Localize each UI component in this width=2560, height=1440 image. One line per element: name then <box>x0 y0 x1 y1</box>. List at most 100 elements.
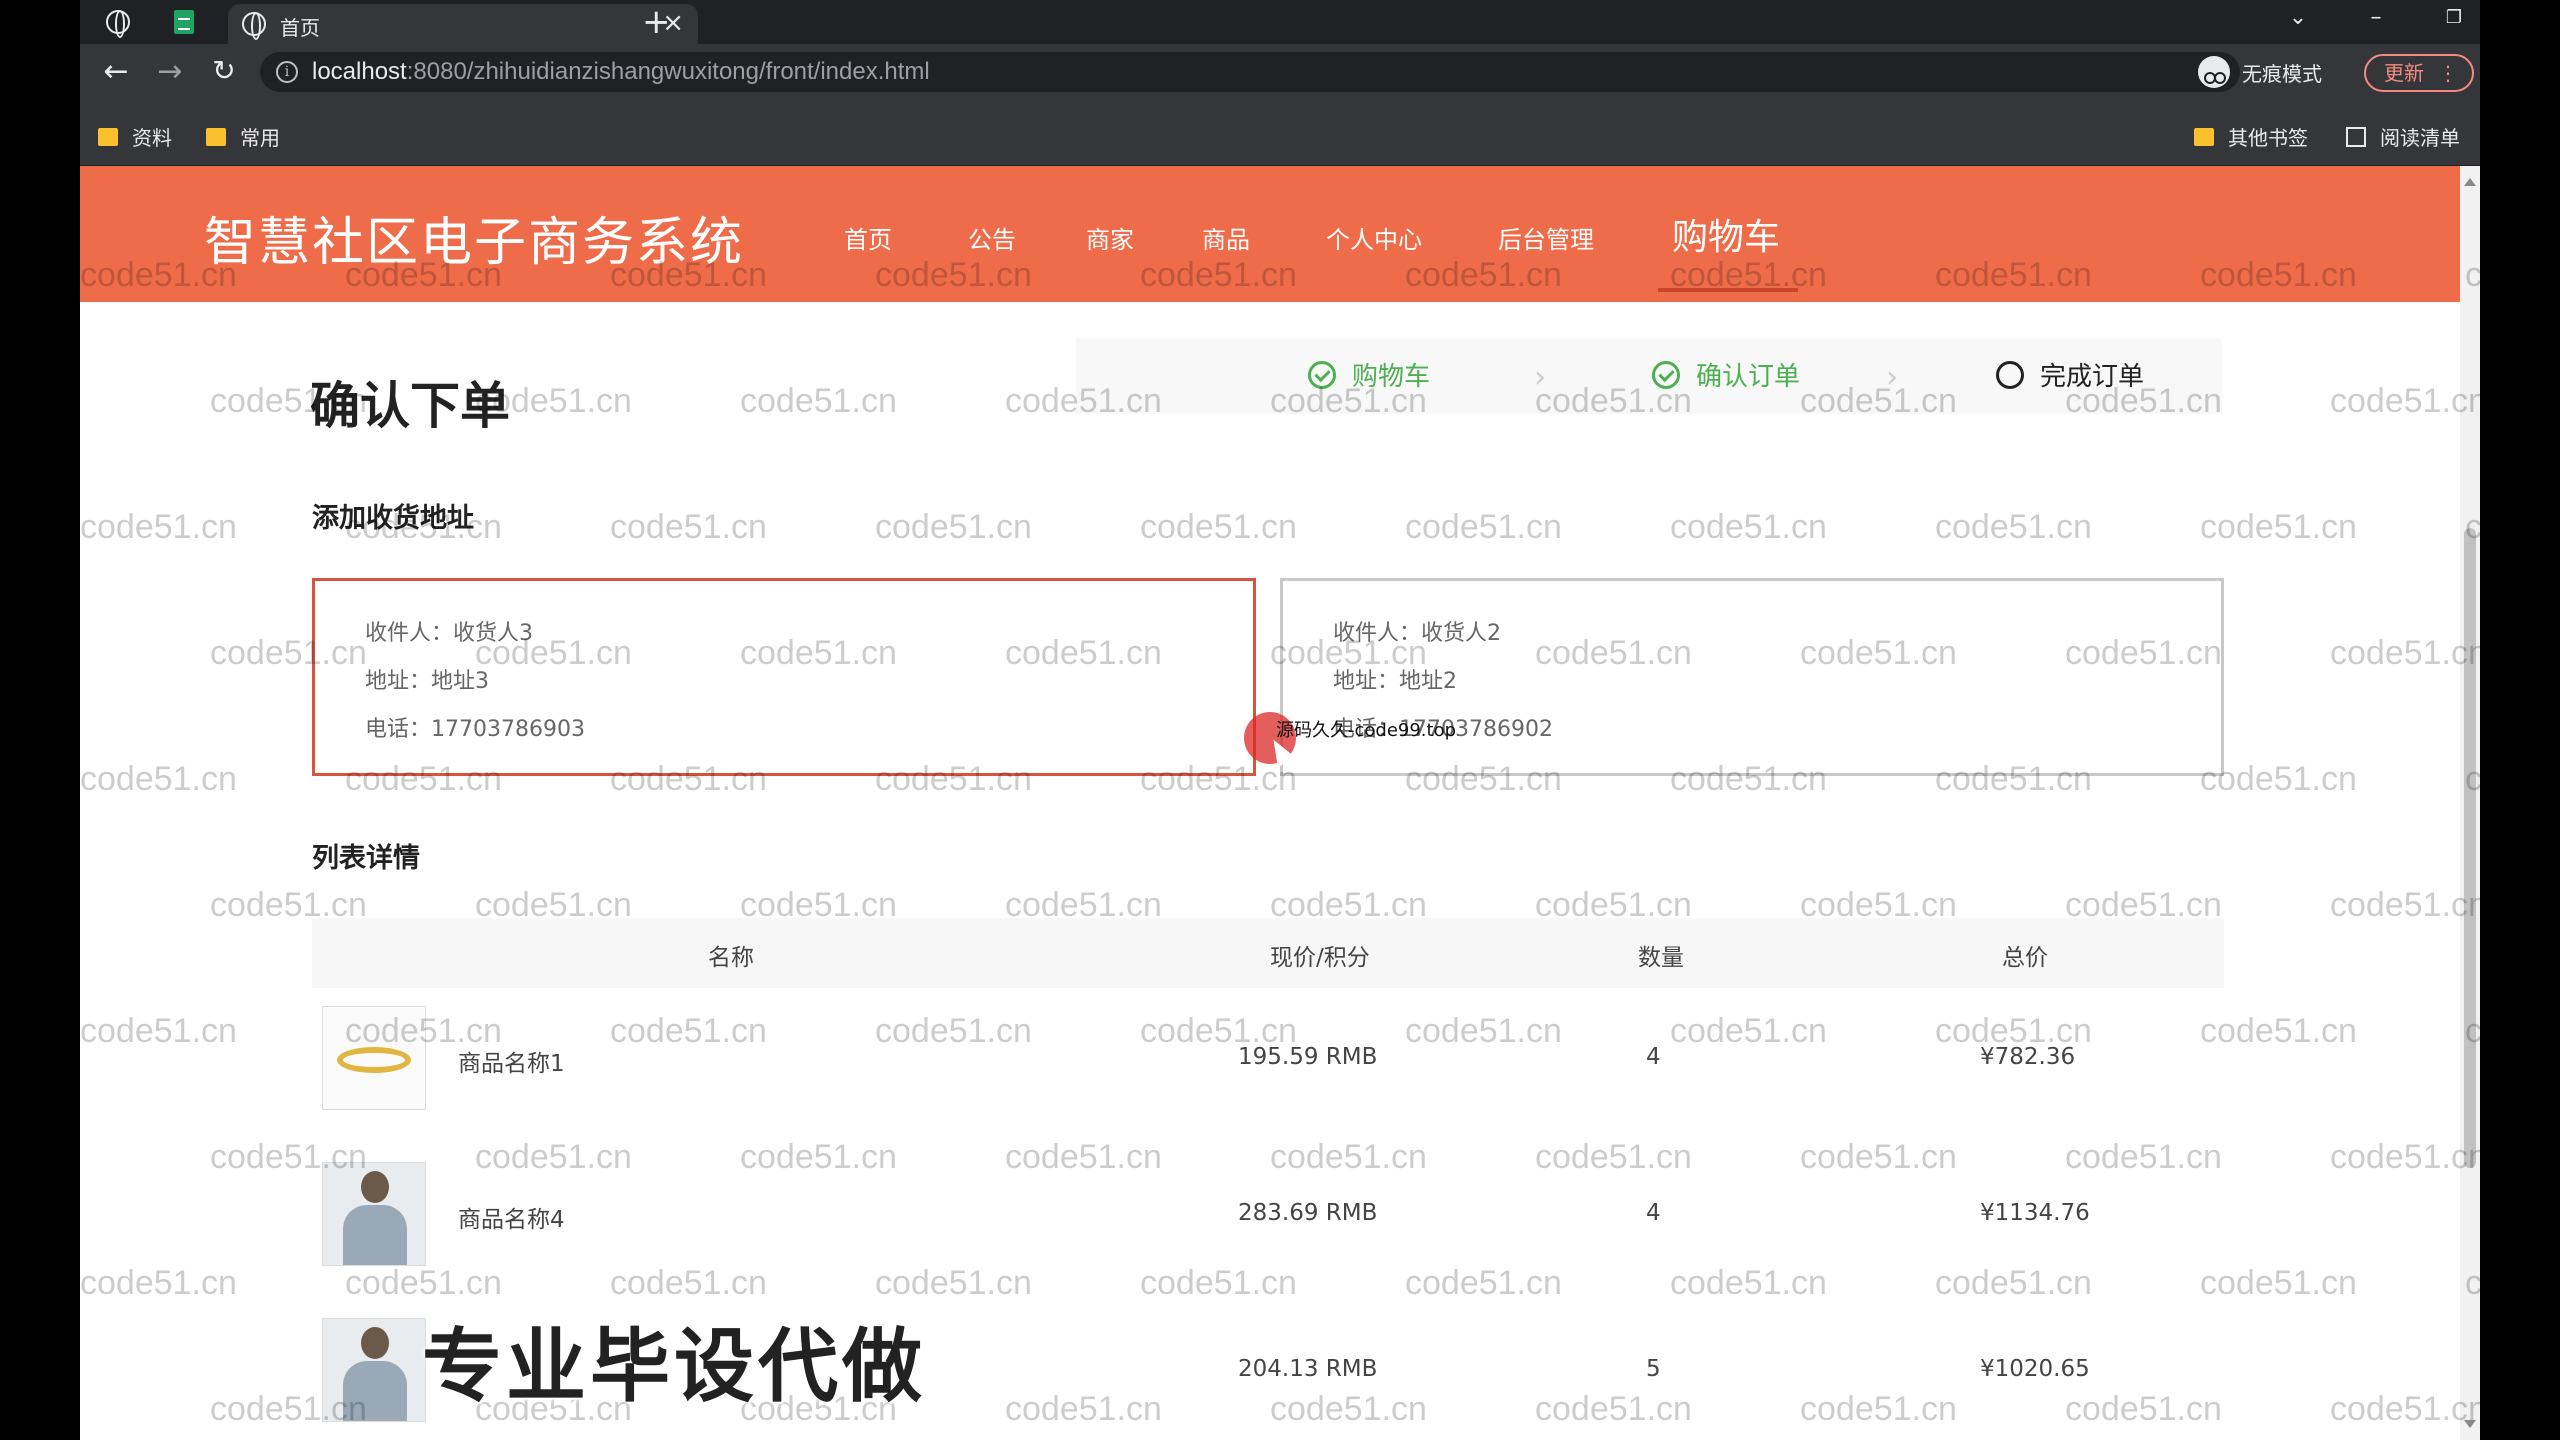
col-name: 名称 <box>708 938 754 972</box>
product-name: 商品名称4 <box>458 1200 565 1234</box>
address-phone: 电话：17703786903 <box>365 711 585 743</box>
nav-profile[interactable]: 个人中心 <box>1326 220 1422 255</box>
address-receiver: 收件人：收货人2 <box>1333 615 1501 647</box>
web-page: 智慧社区电子商务系统 首页 公告 商家 商品 个人中心 后台管理 购物车 确认下… <box>80 166 2480 1440</box>
pinned-tab[interactable] <box>170 8 198 36</box>
other-bookmarks[interactable]: 其他书签 <box>2194 122 2308 151</box>
address-text: 地址：地址3 <box>365 663 489 695</box>
cursor-watermark: 源码久久-code99.top <box>1276 716 1456 742</box>
product-total: ¥1134.76 <box>1980 1200 2090 1226</box>
product-qty: 5 <box>1646 1356 1661 1382</box>
tab-bar: 首页 × + ⌄ – ❐ ✕ <box>80 0 2480 44</box>
scrollbar-thumb[interactable] <box>2464 528 2476 1168</box>
folder-icon <box>98 128 118 146</box>
other-bookmarks-label: 其他书签 <box>2228 122 2308 151</box>
table-row: 商品名称1 195.59 RMB 4 ¥782.36 <box>312 1006 2224 1156</box>
product-thumbnail[interactable] <box>322 1318 426 1422</box>
product-price: 204.13 RMB <box>1238 1356 1377 1382</box>
update-button[interactable]: 更新 ⋮ <box>2364 54 2474 92</box>
nav-active-underline <box>1658 288 1798 292</box>
bookmark-folder[interactable]: 常用 <box>206 122 280 151</box>
site-info-icon[interactable]: i <box>276 61 298 83</box>
url-text[interactable]: localhost:8080/zhihuidianzishangwuxitong… <box>312 58 930 86</box>
site-logo[interactable]: 智慧社区电子商务系统 <box>204 200 744 275</box>
restore-icon[interactable]: ❐ <box>2424 0 2480 40</box>
product-thumbnail[interactable] <box>322 1162 426 1266</box>
nav-merchant[interactable]: 商家 <box>1086 220 1134 255</box>
address-text: 地址：地址2 <box>1333 663 1457 695</box>
product-total: ¥782.36 <box>1980 1044 2075 1070</box>
forward-icon[interactable]: → <box>150 54 190 89</box>
address-receiver: 收件人：收货人3 <box>365 615 533 647</box>
spreadsheet-icon <box>174 10 194 34</box>
address-section-title: 添加收货地址 <box>312 496 474 535</box>
reload-icon[interactable]: ↻ <box>204 54 244 87</box>
nav-goods[interactable]: 商品 <box>1202 220 1250 255</box>
chevron-right-icon: › <box>1534 360 1546 395</box>
bookmark-label: 资料 <box>132 122 172 151</box>
more-menu-icon[interactable]: ⋮ <box>2438 56 2458 90</box>
tab-title: 首页 <box>280 12 320 41</box>
ring-icon <box>337 1047 411 1073</box>
product-thumbnail[interactable] <box>322 1006 426 1110</box>
update-label: 更新 <box>2384 61 2424 85</box>
reading-list-icon <box>2346 127 2366 147</box>
step-label: 完成订单 <box>2040 356 2144 393</box>
site-header: 智慧社区电子商务系统 首页 公告 商家 商品 个人中心 后台管理 购物车 <box>80 166 2460 302</box>
active-tab[interactable]: 首页 × <box>228 4 698 44</box>
tab-search-chevron-icon[interactable]: ⌄ <box>2268 0 2328 40</box>
address-bar: ← → ↻ i localhost:8080/zhihuidianzishang… <box>80 44 2480 100</box>
step-confirm: 确认订单 <box>1652 356 1800 393</box>
nav-admin[interactable]: 后台管理 <box>1498 220 1594 255</box>
check-circle-icon <box>1308 361 1336 389</box>
minimize-icon[interactable]: – <box>2346 0 2406 40</box>
globe-icon <box>106 10 130 34</box>
address-card-selected[interactable]: 收件人：收货人3 地址：地址3 电话：17703786903 <box>312 578 1256 776</box>
step-complete: 完成订单 <box>1996 356 2144 393</box>
product-total: ¥1020.65 <box>1980 1356 2090 1382</box>
promo-overlay: 专业毕设代做 <box>422 1302 926 1418</box>
back-icon[interactable]: ← <box>96 54 136 89</box>
incognito-label: 无痕模式 <box>2242 58 2322 87</box>
person-icon <box>323 1163 426 1266</box>
address-card[interactable]: 收件人：收货人2 地址：地址2 电话：17703786902 <box>1280 578 2224 776</box>
chevron-right-icon: › <box>1886 360 1898 395</box>
page-title: 确认下单 <box>310 366 510 438</box>
new-tab-button[interactable]: + <box>642 2 671 42</box>
list-section-title: 列表详情 <box>312 836 420 875</box>
incognito-icon <box>2198 56 2230 88</box>
bookmarks-bar: 资料 常用 其他书签 阅读清单 <box>80 100 2480 166</box>
page-scrollbar[interactable] <box>2460 166 2480 1440</box>
product-price: 283.69 RMB <box>1238 1200 1377 1226</box>
product-qty: 4 <box>1646 1200 1661 1226</box>
table-row: 商品名称4 283.69 RMB 4 ¥1134.76 <box>312 1162 2224 1312</box>
product-qty: 4 <box>1646 1044 1661 1070</box>
check-circle-icon <box>1652 361 1680 389</box>
person-icon <box>323 1319 426 1422</box>
reading-list-label: 阅读清单 <box>2380 122 2460 151</box>
step-label: 购物车 <box>1352 356 1430 393</box>
nav-home[interactable]: 首页 <box>844 220 892 255</box>
product-name: 商品名称1 <box>458 1044 565 1078</box>
nav-notice[interactable]: 公告 <box>968 220 1016 255</box>
circle-icon <box>1996 361 2024 389</box>
folder-icon <box>206 128 226 146</box>
step-cart: 购物车 <box>1308 356 1430 393</box>
nav-cart[interactable]: 购物车 <box>1672 208 1780 260</box>
incognito-indicator[interactable]: 无痕模式 <box>2198 52 2322 92</box>
scroll-down-icon[interactable] <box>2464 1420 2476 1428</box>
browser-window: 首页 × + ⌄ – ❐ ✕ ← → ↻ i localhost:8080/zh… <box>80 0 2480 1440</box>
scroll-up-icon[interactable] <box>2464 178 2476 186</box>
tab-search-button[interactable] <box>104 8 132 36</box>
bookmark-label: 常用 <box>240 122 280 151</box>
globe-icon <box>242 12 266 36</box>
col-total: 总价 <box>2002 938 2048 972</box>
reading-list[interactable]: 阅读清单 <box>2346 122 2460 151</box>
omnibox[interactable]: i localhost:8080/zhihuidianzishangwuxito… <box>260 52 2240 92</box>
product-price: 195.59 RMB <box>1238 1044 1377 1070</box>
bookmark-folder[interactable]: 资料 <box>98 122 172 151</box>
col-qty: 数量 <box>1638 938 1684 972</box>
table-header: 名称 现价/积分 数量 总价 <box>312 918 2224 988</box>
folder-icon <box>2194 128 2214 146</box>
step-label: 确认订单 <box>1696 356 1800 393</box>
